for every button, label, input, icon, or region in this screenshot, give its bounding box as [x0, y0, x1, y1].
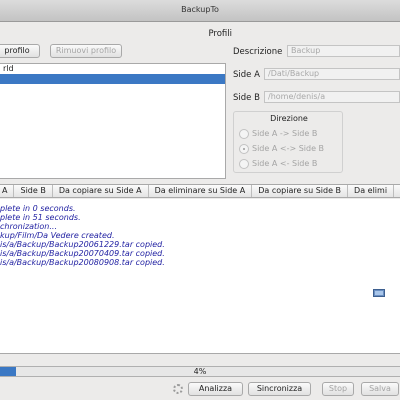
add-profile-button[interactable]: profilo	[0, 44, 40, 58]
radio-selected-icon	[239, 143, 249, 154]
radio-label: Side A <-> Side B	[252, 144, 325, 153]
log-line: is/a/Backup/Backup20080908.tar copied.	[0, 258, 165, 267]
side-b-field[interactable]: /home/denis/a	[264, 91, 400, 103]
tab-delete-on-side-b[interactable]: Da elimi	[348, 185, 395, 197]
monitor-icon	[373, 289, 385, 297]
direction-group: Direzione Side A -> Side B Side A <-> Si…	[233, 111, 343, 173]
result-tabs: A Side B Da copiare su Side A Da elimina…	[0, 184, 400, 198]
radio-icon	[239, 128, 249, 139]
tab-delete-on-side-a[interactable]: Da eliminare su Side A	[149, 185, 253, 197]
tab-copy-to-side-a[interactable]: Da copiare su Side A	[53, 185, 149, 197]
description-label: Descrizione	[233, 47, 283, 57]
profile-list-item[interactable]: rld	[0, 64, 225, 74]
log-line: kup/Film/Da Vedere created.	[0, 231, 115, 240]
tab-side-a[interactable]: A	[0, 185, 15, 197]
tab-copy-to-side-b[interactable]: Da copiare su Side B	[252, 185, 349, 197]
sync-button[interactable]: Sincronizza	[248, 382, 311, 396]
progress-bar: 4%	[0, 366, 400, 377]
side-b-label: Side B	[233, 93, 260, 103]
radio-label: Side A <- Side B	[252, 159, 318, 168]
radio-label: Side A -> Side B	[252, 129, 318, 138]
analyze-button[interactable]: Analizza	[188, 382, 243, 396]
busy-spinner-icon	[173, 384, 183, 394]
log-panel[interactable]: plete in 0 seconds. plete in 51 seconds.…	[0, 199, 400, 354]
save-button[interactable]: Salva	[361, 382, 399, 396]
log-line: is/a/Backup/Backup20070409.tar copied.	[0, 249, 165, 258]
profile-list[interactable]: rld	[0, 63, 226, 179]
direction-option-a-to-b[interactable]: Side A -> Side B	[239, 128, 317, 139]
side-a-field[interactable]: /Dati/Backup	[264, 68, 400, 80]
remove-profile-button[interactable]: Rimuovi profilo	[50, 44, 122, 58]
description-field[interactable]: Backup	[287, 45, 400, 57]
log-line: is/a/Backup/Backup20061229.tar copied.	[0, 240, 165, 249]
radio-icon	[239, 158, 249, 169]
direction-option-b-to-a[interactable]: Side A <- Side B	[239, 158, 317, 169]
tab-side-b[interactable]: Side B	[14, 185, 53, 197]
direction-title: Direzione	[270, 114, 308, 123]
window-title: BackupTo	[0, 0, 400, 22]
side-a-label: Side A	[233, 70, 260, 80]
profiles-section-title: Profili	[208, 29, 232, 39]
profile-list-item-selected[interactable]	[0, 74, 225, 84]
log-line: chronization...	[0, 222, 57, 231]
stop-button[interactable]: Stop	[322, 382, 354, 396]
progress-label: 4%	[193, 367, 207, 376]
log-line: plete in 51 seconds.	[0, 213, 81, 222]
log-line: plete in 0 seconds.	[0, 204, 76, 213]
direction-option-bidirectional[interactable]: Side A <-> Side B	[239, 143, 324, 154]
